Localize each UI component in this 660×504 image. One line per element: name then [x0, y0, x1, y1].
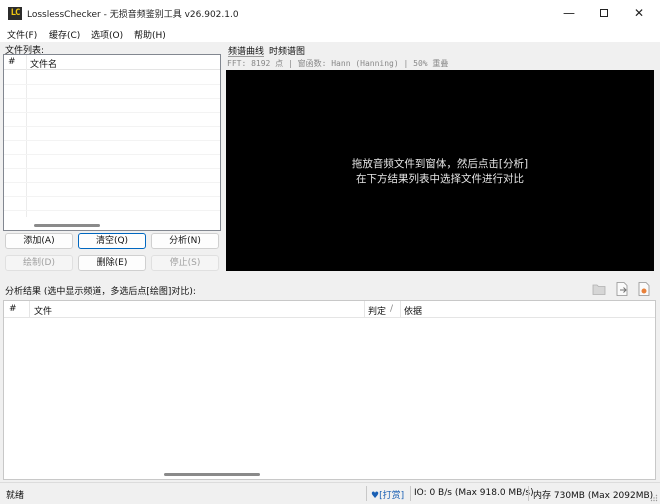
column-divider	[364, 301, 365, 318]
report-icon[interactable]	[636, 281, 652, 297]
drop-hint-line-2: 在下方结果列表中选择文件进行对比	[356, 173, 524, 185]
maximize-icon	[600, 8, 608, 17]
grid-line	[4, 154, 220, 155]
status-divider	[410, 486, 411, 501]
export-icon[interactable]	[614, 281, 630, 297]
scrollbar-thumb[interactable]	[34, 224, 100, 227]
tab-underline	[228, 56, 265, 57]
grid-line	[4, 126, 220, 127]
tab-spectrum-curve[interactable]: 频谱曲线	[228, 44, 265, 57]
donate-label: [打赏]	[379, 491, 405, 501]
main-window: LC LosslessChecker - 无损音频鉴别工具 v26.902.1.…	[0, 0, 660, 504]
drop-hint-line-1: 拖放音频文件到窗体，然后点击[分析]	[351, 158, 529, 170]
stop-button[interactable]: 停止(S)	[151, 255, 219, 271]
grid-line	[4, 140, 220, 141]
status-divider	[528, 486, 529, 501]
delete-button[interactable]: 删除(E)	[78, 255, 146, 271]
results-label: 分析结果 (选中显示频道，多选后点[绘图]对比):	[5, 287, 196, 297]
draw-button[interactable]: 绘制(D)	[5, 255, 73, 271]
status-divider	[366, 486, 367, 501]
results-header: # 文件 判定 / 依据	[4, 301, 655, 318]
column-divider	[29, 301, 30, 318]
heart-icon: ♥	[371, 491, 380, 501]
column-divider	[26, 55, 27, 217]
grid-line	[4, 182, 220, 183]
minimize-button[interactable]: —	[552, 0, 586, 26]
grid-line	[4, 84, 220, 85]
column-verdict[interactable]: 判定	[368, 304, 386, 317]
grid-line	[4, 210, 220, 211]
grid-line	[4, 112, 220, 113]
scrollbar-thumb[interactable]	[164, 473, 260, 476]
window-title: LosslessChecker - 无损音频鉴别工具 v26.902.1.0	[27, 10, 239, 20]
fft-info: FFT: 8192 点 | 窗函数: Hann (Hanning) | 50% …	[227, 59, 449, 68]
file-list[interactable]: # 文件名	[3, 54, 221, 231]
column-file[interactable]: 文件	[34, 304, 52, 317]
close-button[interactable]: ✕	[622, 0, 656, 26]
donate-link[interactable]: ♥[打赏]	[371, 488, 404, 501]
io-status: IO: 0 B/s (Max 918.0 MB/s)	[414, 488, 534, 498]
menu-file[interactable]: 文件(F)	[7, 28, 37, 41]
menu-cache[interactable]: 缓存(C)	[49, 28, 80, 41]
column-divider	[400, 301, 401, 318]
menu-options[interactable]: 选项(O)	[91, 28, 123, 41]
resize-grip-icon[interactable]	[650, 494, 658, 502]
menu-help[interactable]: 帮助(H)	[134, 28, 166, 41]
grid-line	[4, 168, 220, 169]
column-index[interactable]: #	[9, 304, 17, 314]
menu-bar: 文件(F) 缓存(C) 选项(O) 帮助(H)	[0, 26, 660, 42]
status-text: 就绪	[6, 491, 25, 501]
column-basis[interactable]: 依据	[404, 304, 422, 317]
grid-line	[4, 196, 220, 197]
title-bar[interactable]: LC LosslessChecker - 无损音频鉴别工具 v26.902.1.…	[0, 0, 660, 26]
analyze-button[interactable]: 分析(N)	[151, 233, 219, 249]
maximize-button[interactable]	[587, 0, 621, 26]
results-table[interactable]: # 文件 判定 / 依据	[3, 300, 656, 480]
grid-line	[4, 98, 220, 99]
clear-button[interactable]: 清空(Q)	[78, 233, 146, 249]
column-index[interactable]: #	[8, 57, 16, 67]
add-button[interactable]: 添加(A)	[5, 233, 73, 249]
file-list-header: # 文件名	[4, 55, 220, 217]
spectrum-canvas[interactable]: 拖放音频文件到窗体，然后点击[分析] 在下方结果列表中选择文件进行对比	[226, 70, 654, 271]
app-logo-icon: LC	[8, 7, 22, 20]
sort-indicator-icon: /	[390, 304, 394, 314]
column-filename[interactable]: 文件名	[30, 57, 57, 70]
file-list-scrollbar[interactable]	[4, 221, 220, 230]
folder-icon[interactable]	[591, 281, 607, 297]
memory-status: 内存 730MB (Max 2092MB)	[533, 491, 654, 501]
status-bar: 就绪 ♥[打赏] IO: 0 B/s (Max 918.0 MB/s) 内存 7…	[0, 482, 660, 504]
tab-spectrogram[interactable]: 时频谱图	[269, 44, 305, 57]
